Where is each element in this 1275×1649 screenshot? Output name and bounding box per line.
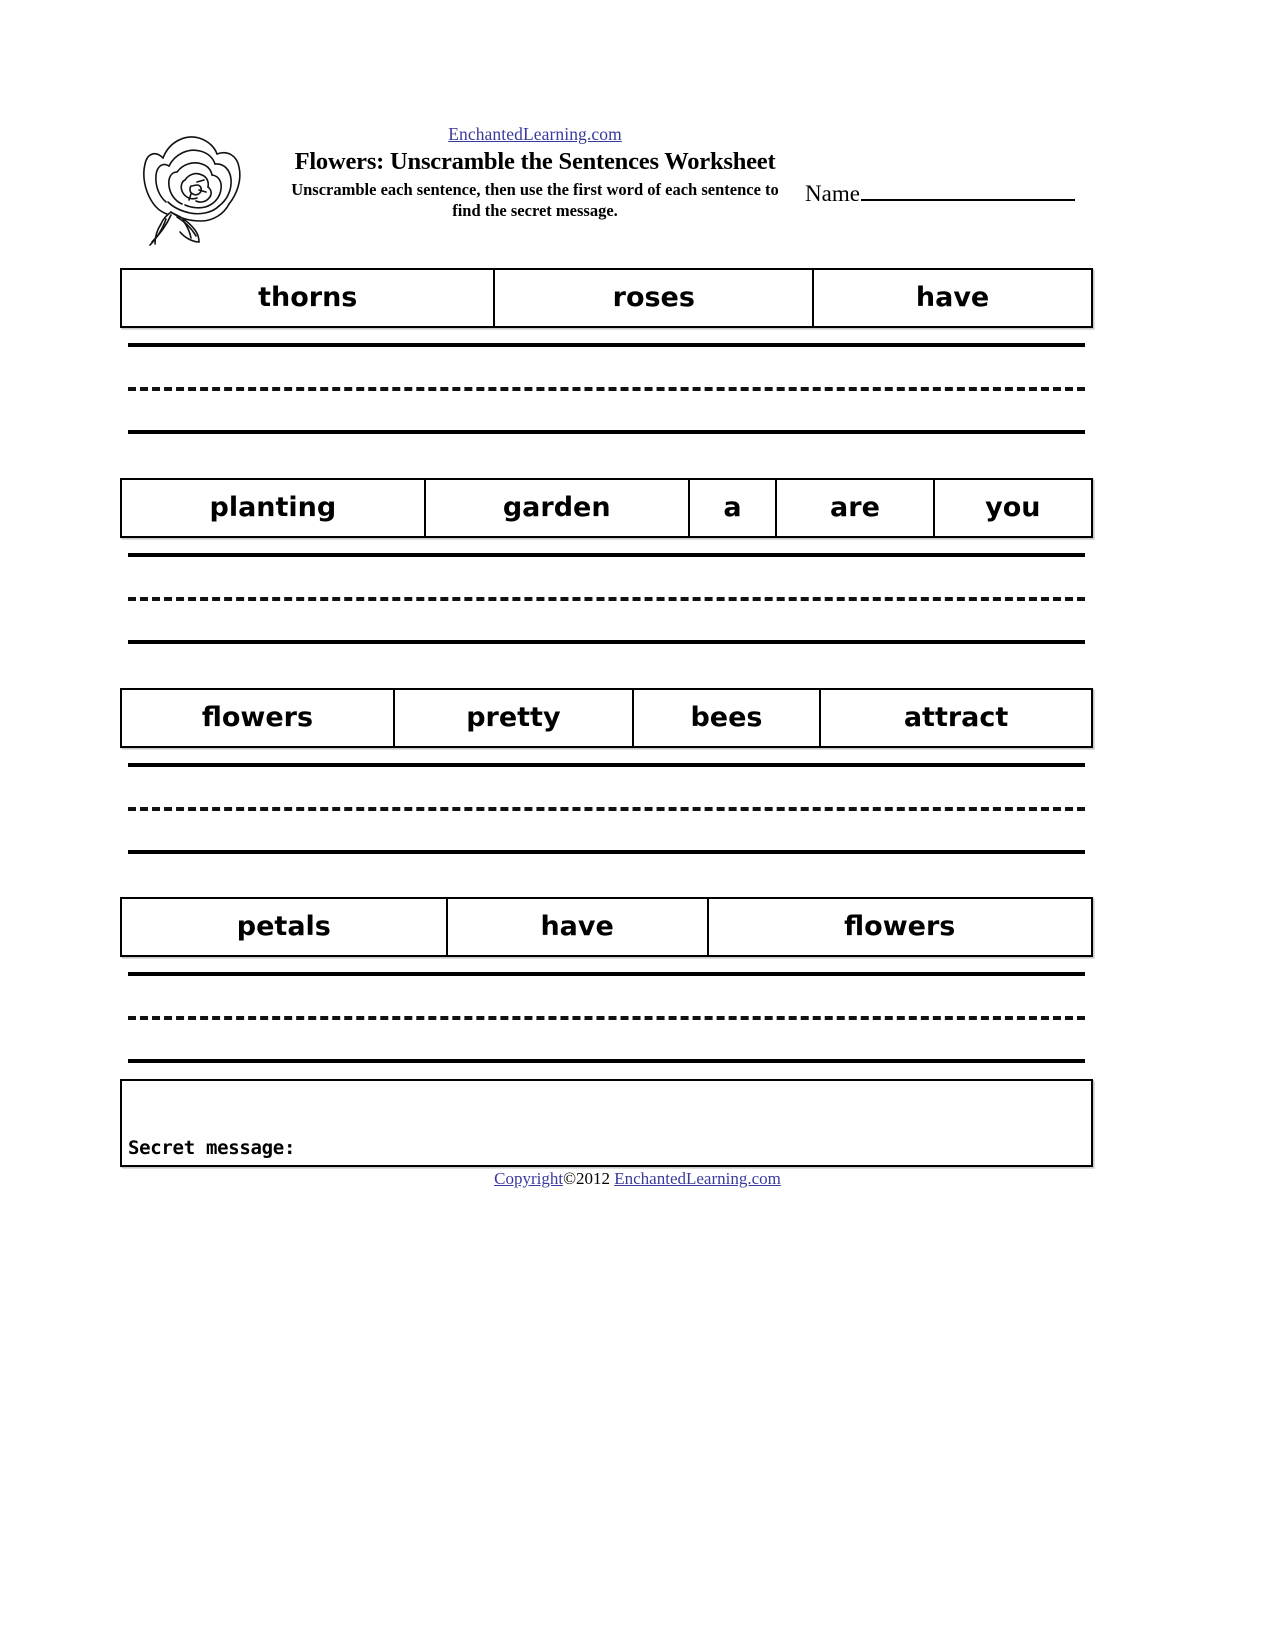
secret-message-box[interactable]: Secret message: — [120, 1079, 1093, 1167]
page-title: Flowers: Unscramble the Sentences Worksh… — [294, 148, 776, 175]
rule-dotted-mid — [128, 597, 1085, 601]
word-cell[interactable]: flowers — [122, 690, 395, 746]
word-cell[interactable]: attract — [821, 690, 1091, 746]
name-label: Name — [805, 181, 860, 206]
rule-top — [128, 553, 1085, 557]
exercise-1: thorns roses have — [120, 268, 1093, 435]
exercise-4: petals have flowers — [120, 897, 1093, 1064]
name-field: Name — [805, 180, 1095, 208]
word-cell[interactable]: petals — [122, 899, 448, 955]
word-cell[interactable]: roses — [495, 270, 815, 326]
word-row-2: planting garden a are you — [120, 478, 1093, 538]
rule-dotted-mid — [128, 1016, 1085, 1020]
rule-top — [128, 343, 1085, 347]
site-link-footer[interactable]: EnchantedLearning.com — [614, 1169, 781, 1188]
rule-dotted-mid — [128, 807, 1085, 811]
rule-baseline — [128, 640, 1085, 644]
site-link-header[interactable]: EnchantedLearning.com — [448, 124, 622, 145]
word-cell[interactable]: flowers — [708, 899, 1091, 955]
answer-lines-3[interactable] — [120, 763, 1093, 855]
word-row-4: petals have flowers — [120, 897, 1093, 957]
word-row-1: thorns roses have — [120, 268, 1093, 328]
footer: Copyright©2012 EnchantedLearning.com — [0, 1168, 1275, 1190]
word-cell[interactable]: have — [447, 899, 709, 955]
instructions-text: Unscramble each sentence, then use the f… — [291, 180, 779, 220]
worksheet-header: EnchantedLearning.com Flowers: Unscrambl… — [120, 112, 1095, 257]
secret-message-label: Secret message: — [128, 1137, 296, 1159]
title-block: EnchantedLearning.com Flowers: Unscrambl… — [280, 124, 790, 221]
word-cell[interactable]: garden — [425, 480, 690, 536]
word-cell[interactable]: have — [814, 270, 1091, 326]
copyright-year: ©2012 — [563, 1169, 615, 1188]
word-cell[interactable]: you — [934, 480, 1091, 536]
word-cell[interactable]: pretty — [394, 690, 634, 746]
answer-lines-2[interactable] — [120, 553, 1093, 645]
copyright-link[interactable]: Copyright — [494, 1169, 563, 1188]
word-cell[interactable]: thorns — [122, 270, 496, 326]
exercise-2: planting garden a are you — [120, 478, 1093, 645]
rule-baseline — [128, 1059, 1085, 1063]
worksheet-page: EnchantedLearning.com Flowers: Unscrambl… — [0, 0, 1275, 1649]
rule-top — [128, 763, 1085, 767]
word-row-3: flowers pretty bees attract — [120, 688, 1093, 748]
rule-top — [128, 972, 1085, 976]
word-cell[interactable]: are — [777, 480, 935, 536]
rose-icon — [125, 120, 250, 250]
rule-baseline — [128, 430, 1085, 434]
rule-baseline — [128, 850, 1085, 854]
word-cell[interactable]: a — [689, 480, 778, 536]
exercise-3: flowers pretty bees attract — [120, 688, 1093, 855]
rule-dotted-mid — [128, 387, 1085, 391]
word-cell[interactable]: bees — [633, 690, 822, 746]
answer-lines-1[interactable] — [120, 343, 1093, 435]
name-input[interactable] — [860, 180, 1075, 201]
answer-lines-4[interactable] — [120, 972, 1093, 1064]
word-cell[interactable]: planting — [122, 480, 426, 536]
